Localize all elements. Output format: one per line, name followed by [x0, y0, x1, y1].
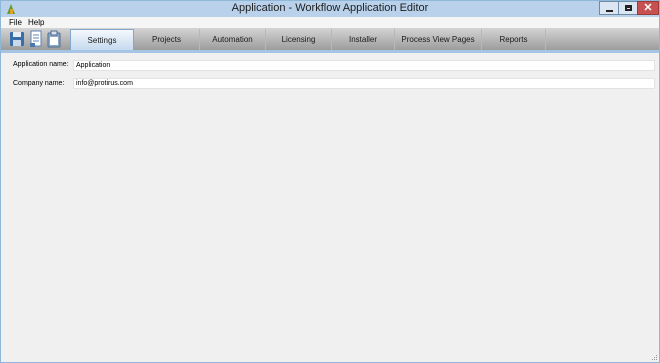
application-name-label: Application name:: [13, 61, 69, 68]
document-icon[interactable]: [28, 30, 44, 48]
tab-settings[interactable]: Settings: [70, 29, 134, 50]
title-bar[interactable]: Application - Workflow Application Edito…: [1, 1, 659, 17]
minimize-icon: [606, 10, 613, 12]
save-icon[interactable]: [9, 30, 25, 48]
clipboard-icon[interactable]: [46, 30, 62, 48]
window-title: Application - Workflow Application Edito…: [231, 2, 429, 14]
tab-process-view-pages[interactable]: Process View Pages: [395, 29, 482, 50]
maximize-button[interactable]: [618, 1, 638, 15]
resize-grip-icon[interactable]: [650, 353, 658, 361]
tab-installer[interactable]: Installer: [332, 29, 395, 50]
tab-reports[interactable]: Reports: [482, 29, 546, 50]
close-icon: ✕: [643, 2, 653, 14]
application-window: Application - Workflow Application Edito…: [0, 0, 660, 363]
menu-file[interactable]: File: [9, 17, 22, 28]
tab-automation[interactable]: Automation: [200, 29, 266, 50]
tab-licensing[interactable]: Licensing: [266, 29, 332, 50]
application-name-field[interactable]: Application: [73, 60, 655, 71]
menu-bar: File Help: [1, 17, 659, 28]
company-name-field[interactable]: info@protirus.com: [73, 78, 655, 89]
close-button[interactable]: ✕: [637, 1, 659, 15]
settings-panel: Application name: Application Company na…: [1, 53, 659, 362]
maximize-icon: [625, 5, 632, 11]
tab-projects[interactable]: Projects: [134, 29, 200, 50]
menu-help[interactable]: Help: [28, 17, 44, 28]
toolbar: Settings Projects Automation Licensing I…: [1, 28, 659, 50]
minimize-button[interactable]: [599, 1, 619, 15]
company-name-label: Company name:: [13, 80, 65, 87]
